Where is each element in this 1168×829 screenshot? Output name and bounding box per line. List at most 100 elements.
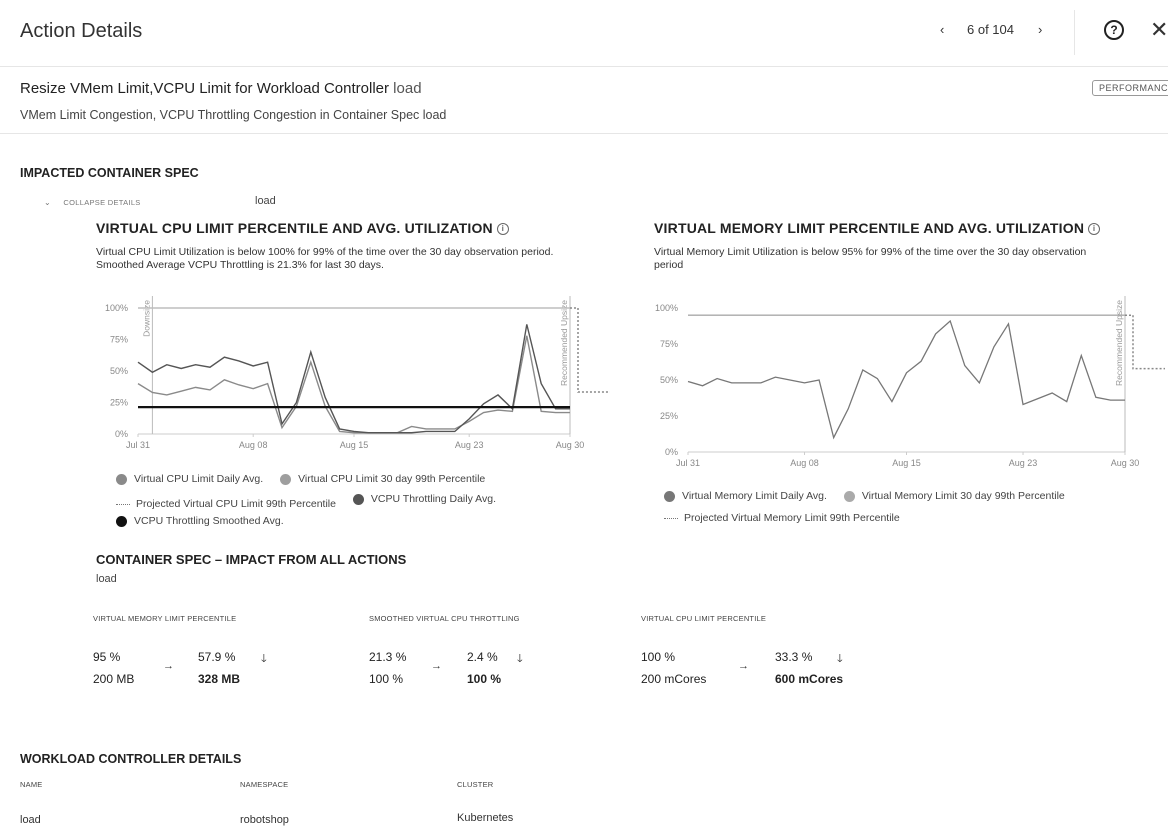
prev-page-button[interactable]: ‹	[940, 22, 944, 37]
next-page-button[interactable]: ›	[1038, 22, 1042, 37]
mem-chart: 0% 25% 50% 75% 100% Jul 31 Aug 08 Aug 15 Aug 23 A…	[655, 296, 1165, 468]
impact-label: VIRTUAL CPU LIMIT PERCENTILE	[641, 614, 767, 623]
impact-from-value: 100 %	[369, 672, 404, 686]
projected-series-line	[570, 307, 610, 393]
y-tick-label: 0%	[115, 429, 128, 439]
y-tick-label: 100%	[105, 303, 128, 313]
impact-from-value: 100 %	[641, 650, 676, 664]
legend-item[interactable]: Virtual Memory Limit Daily Avg.	[664, 488, 827, 505]
impact-subheading: load	[96, 573, 117, 585]
legend-label: VCPU Throttling Smoothed Avg.	[134, 515, 284, 527]
x-tick-label: Jul 31	[126, 440, 150, 450]
mem-chart-title-text: VIRTUAL MEMORY LIMIT PERCENTILE AND AVG.…	[654, 220, 1085, 236]
y-tick-label: 50%	[110, 366, 128, 376]
legend-swatch	[664, 491, 675, 502]
table-header-name: NAME	[20, 780, 43, 789]
y-tick-label: 25%	[660, 411, 678, 421]
mem-chart-title: VIRTUAL MEMORY LIMIT PERCENTILE AND AVG.…	[654, 220, 1101, 236]
close-icon[interactable]: ✕	[1150, 17, 1168, 43]
info-icon[interactable]: i	[496, 223, 509, 236]
legend-swatch	[843, 491, 855, 502]
x-tick-label: Aug 23	[1009, 458, 1038, 468]
arrow-right-icon: →	[163, 660, 174, 672]
mem-chart-legend: Virtual Memory Limit Daily Avg. Virtual …	[664, 488, 1164, 527]
action-title: Resize VMem Limit,VCPU Limit for Workloa…	[20, 80, 422, 97]
x-tick-label: Aug 23	[455, 440, 484, 450]
action-description: VMem Limit Congestion, VCPU Throttling C…	[20, 108, 447, 122]
impact-label: SMOOTHED VIRTUAL CPU THROTTLING	[369, 614, 520, 623]
x-tick-label: Aug 08	[790, 458, 819, 468]
y-tick-label: 0%	[665, 447, 678, 457]
impact-from-value: 95 %	[93, 650, 121, 664]
workload-cluster: Kubernetes	[457, 812, 514, 824]
impact-from-value: 200 mCores	[641, 672, 707, 686]
workload-name: load	[20, 814, 41, 826]
workload-heading: WORKLOAD CONTROLLER DETAILS	[20, 752, 242, 766]
legend-label: Virtual Memory Limit Daily Avg.	[682, 490, 827, 502]
workload-namespace: robotshop	[240, 814, 289, 826]
cpu-chart-description: Virtual CPU Limit Utilization is below 1…	[96, 246, 553, 272]
y-tick-label: 25%	[110, 398, 128, 408]
legend-swatch	[664, 518, 678, 519]
legend-item[interactable]: Virtual CPU Limit Daily Avg.	[116, 471, 263, 488]
chevron-down-icon: ⌄	[44, 198, 52, 207]
y-tick-label: 100%	[655, 303, 678, 313]
legend-label: Projected Virtual CPU Limit 99th Percent…	[136, 498, 336, 510]
legend-swatch	[280, 474, 292, 485]
series-line	[137, 324, 570, 434]
y-tick-label: 50%	[660, 375, 678, 385]
pager-text: 6 of 104	[967, 22, 1014, 37]
arrow-down-icon: 🡓	[517, 653, 523, 665]
impact-from-value: 200 MB	[93, 672, 135, 686]
cpu-chart-legend: Virtual CPU Limit Daily Avg. Virtual CPU…	[116, 471, 586, 533]
impact-from-value: 21.3 %	[369, 650, 407, 664]
header-divider	[1074, 10, 1075, 55]
cpu-chart-desc-line2: Smoothed Average VCPU Throttling is 21.3…	[96, 259, 384, 271]
y-tick-label: 75%	[110, 335, 128, 345]
arrow-down-icon: 🡓	[261, 653, 267, 665]
category-badge: PERFORMANCE	[1092, 80, 1168, 96]
impact-heading: CONTAINER SPEC – IMPACT FROM ALL ACTIONS	[96, 552, 407, 567]
impact-to-value: 600 mCores	[775, 672, 844, 686]
downsize-label: Downsize	[141, 300, 151, 337]
help-icon[interactable]: ?	[1104, 20, 1124, 40]
info-icon[interactable]: i	[1088, 223, 1101, 236]
impact-label: VIRTUAL MEMORY LIMIT PERCENTILE	[93, 614, 237, 623]
legend-item[interactable]: VCPU Throttling Daily Avg.	[352, 491, 496, 508]
section-divider	[0, 133, 1168, 134]
x-tick-label: Aug 15	[340, 440, 369, 450]
legend-item[interactable]: Projected Virtual CPU Limit 99th Percent…	[116, 496, 336, 513]
series-line	[687, 319, 1125, 440]
impacted-heading: IMPACTED CONTAINER SPEC	[20, 166, 199, 180]
projected-series-line	[1125, 314, 1165, 370]
impact-to-value: 33.3 %	[775, 650, 813, 664]
upsize-label: Recommended Upsize	[1114, 300, 1124, 386]
x-tick-label: Aug 08	[239, 440, 268, 450]
legend-item[interactable]: Virtual CPU Limit 30 day 99th Percentile	[280, 471, 485, 488]
table-header-cluster: CLUSTER	[457, 780, 494, 789]
legend-label: Virtual CPU Limit Daily Avg.	[134, 473, 264, 485]
action-title-text: Resize VMem Limit,VCPU Limit for Workloa…	[20, 80, 389, 97]
collapse-details-toggle[interactable]: ⌄ COLLAPSE DETAILS	[44, 198, 141, 207]
cpu-chart: 0% 25% 50% 75% 100% Jul 31 Aug 08 Aug 15 Aug 23 A…	[105, 296, 610, 450]
legend-swatch	[116, 504, 130, 505]
arrow-down-icon: 🡓	[837, 653, 843, 665]
table-header-namespace: NAMESPACE	[240, 780, 289, 789]
collapse-details-label: COLLAPSE DETAILS	[63, 198, 141, 207]
mem-chart-desc-line1: Virtual Memory Limit Utilization is belo…	[654, 246, 1087, 258]
legend-label: Virtual CPU Limit 30 day 99th Percentile	[298, 473, 486, 485]
arrow-right-icon: →	[431, 660, 442, 672]
legend-swatch	[116, 474, 127, 485]
mem-chart-desc-line2: period	[654, 259, 684, 271]
upsize-label: Recommended Upsize	[559, 300, 569, 386]
legend-label: Virtual Memory Limit 30 day 99th Percent…	[861, 490, 1065, 502]
legend-item[interactable]: Virtual Memory Limit 30 day 99th Percent…	[843, 488, 1065, 505]
x-tick-label: Jul 31	[676, 458, 700, 468]
cpu-chart-desc-line1: Virtual CPU Limit Utilization is below 1…	[96, 246, 554, 258]
legend-item[interactable]: VCPU Throttling Smoothed Avg.	[116, 513, 284, 530]
x-tick-label: Aug 30	[1111, 458, 1140, 468]
cpu-chart-title-text: VIRTUAL CPU LIMIT PERCENTILE AND AVG. UT…	[96, 220, 493, 236]
legend-item[interactable]: Projected Virtual Memory Limit 99th Perc…	[664, 510, 900, 527]
impact-to-value: 328 MB	[198, 672, 241, 686]
mem-chart-description: Virtual Memory Limit Utilization is belo…	[654, 246, 1086, 272]
